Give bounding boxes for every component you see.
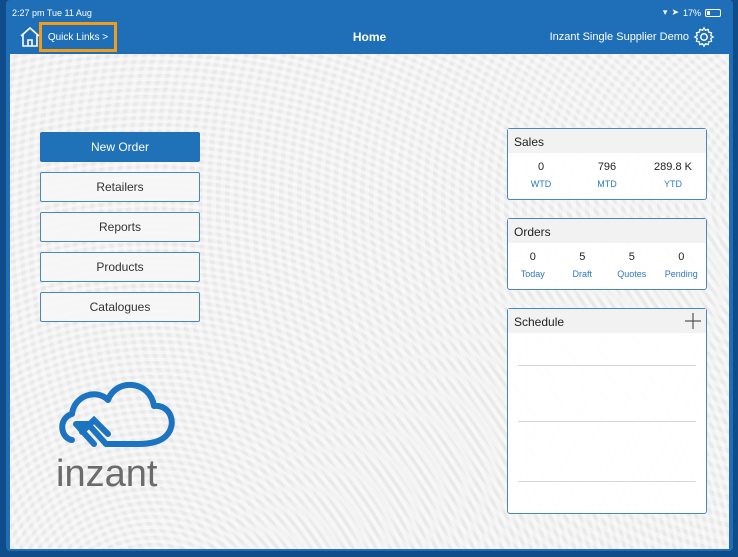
stat-label: MTD (597, 179, 617, 189)
stat-label: Today (520, 269, 545, 279)
status-bar: 2:27 pm Tue 11 Aug ▾ ➤ 17% (6, 0, 733, 22)
stat-value: 5 (628, 251, 635, 263)
stat-label: Quotes (617, 269, 647, 279)
app-frame: 2:27 pm Tue 11 Aug ▾ ➤ 17% Quick Links >… (6, 0, 733, 551)
quick-links-button[interactable]: Quick Links > (39, 22, 117, 52)
sales-stat-wtd[interactable]: 0 WTD (508, 161, 574, 189)
svg-text:inzant: inzant (56, 453, 158, 494)
orders-stat-quotes[interactable]: 5 Quotes (607, 251, 657, 279)
orders-title: Orders (508, 219, 706, 243)
products-button[interactable]: Products (40, 252, 200, 282)
gear-icon[interactable] (693, 26, 715, 48)
inzant-logo: inzant (56, 382, 175, 494)
sales-panel: Sales 0 WTD 796 MTD 289.8 K YTD (507, 128, 707, 200)
schedule-panel: Schedule (507, 308, 707, 514)
stat-label: WTD (530, 179, 552, 189)
stat-label: Pending (664, 269, 698, 279)
new-order-button[interactable]: New Order (40, 132, 200, 162)
stat-value: 796 (597, 161, 617, 173)
orders-stat-today[interactable]: 0 Today (508, 251, 558, 279)
schedule-divider (518, 421, 696, 422)
sales-stat-ytd[interactable]: 289.8 K YTD (640, 161, 706, 189)
schedule-divider (518, 365, 696, 366)
status-time: 2:27 pm Tue 11 Aug (12, 8, 92, 18)
home-content: New Order Retailers Reports Products Cat… (10, 54, 729, 549)
stat-value: 0 (537, 161, 545, 173)
stat-value: 5 (579, 251, 586, 263)
sales-stat-mtd[interactable]: 796 MTD (574, 161, 640, 189)
stat-value: 289.8 K (654, 161, 692, 173)
orders-panel: Orders 0 Today 5 Draft 5 Quotes 0 Pendin… (507, 218, 707, 290)
nav-bar: Quick Links > Home Inzant Single Supplie… (6, 22, 733, 54)
battery-icon (705, 8, 721, 17)
schedule-divider (518, 481, 696, 482)
orders-stats: 0 Today 5 Draft 5 Quotes 0 Pending (508, 243, 706, 279)
orders-stat-draft[interactable]: 5 Draft (558, 251, 608, 279)
stat-value: 0 (529, 251, 536, 263)
sales-stats: 0 WTD 796 MTD 289.8 K YTD (508, 153, 706, 189)
status-indicators: ▾ ➤ 17% (663, 7, 721, 18)
orders-stat-pending[interactable]: 0 Pending (657, 251, 707, 279)
schedule-title: Schedule (508, 309, 706, 333)
wifi-icon: ▾ (662, 7, 668, 17)
plus-icon[interactable] (684, 312, 702, 330)
battery-percent: 17% (682, 7, 701, 18)
stat-label: YTD (664, 179, 682, 189)
sales-title: Sales (508, 129, 706, 153)
location-icon: ➤ (671, 7, 679, 17)
stat-value: 0 (678, 251, 685, 263)
supplier-name: Inzant Single Supplier Demo (549, 31, 689, 43)
reports-button[interactable]: Reports (40, 212, 200, 242)
retailers-button[interactable]: Retailers (40, 172, 200, 202)
catalogues-button[interactable]: Catalogues (40, 292, 200, 322)
stat-label: Draft (572, 269, 592, 279)
